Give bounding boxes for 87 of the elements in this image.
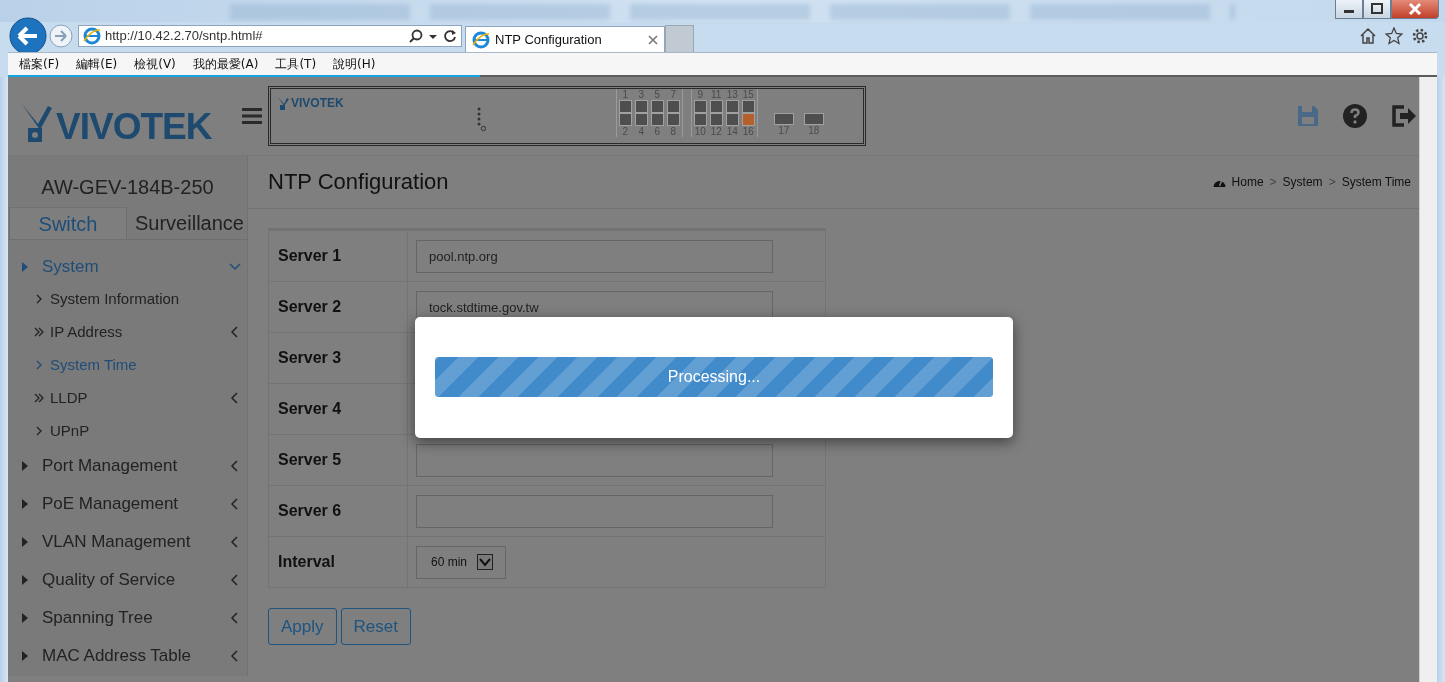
model-name: AW-GEV-184B-250: [40, 175, 215, 200]
form-button[interactable]: Apply: [268, 608, 337, 645]
text-field[interactable]: pool.ntp.org: [416, 239, 773, 273]
form-button[interactable]: Reset: [340, 608, 411, 645]
interval-dropdown[interactable]: 60 min: [416, 545, 507, 579]
logout-icon[interactable]: [1391, 105, 1417, 127]
maximize-button[interactable]: [1363, 0, 1391, 19]
sidebar-item[interactable]: MAC Address Table: [8, 637, 247, 675]
chevron-icon: [229, 391, 241, 404]
field-label: Server 1: [269, 231, 408, 282]
breadcrumb-link[interactable]: System: [1282, 175, 1323, 189]
menu-item[interactable]: 說明(H): [333, 55, 376, 73]
triangle-icon: [22, 537, 28, 547]
text-field[interactable]: [416, 494, 773, 528]
browser-logo-icon: [83, 26, 101, 45]
triangle-icon: [22, 262, 28, 272]
url-text: http://10.42.2.70/sntp.html#: [105, 28, 264, 43]
help-icon[interactable]: [1343, 104, 1367, 128]
page-title: NTP Configuration: [268, 169, 449, 195]
logo-text: VIVOTEK: [56, 108, 212, 146]
bird-logo-icon: [277, 96, 289, 110]
menu-item[interactable]: 我的最愛(A): [192, 55, 259, 73]
double-chevron-icon: [34, 326, 44, 337]
menu-item[interactable]: 檢視(V): [134, 55, 176, 73]
close-icon[interactable]: [648, 34, 658, 45]
breadcrumb-separator: >: [1328, 175, 1336, 189]
sidebar-subitem[interactable]: System Information: [8, 282, 247, 315]
field-label: Server 3: [269, 333, 408, 384]
triangle-icon: [22, 575, 28, 585]
field-label: Server 4: [269, 384, 408, 435]
panel-logo-text: VIVOTEK: [291, 96, 344, 110]
chevron-icon: [229, 650, 241, 662]
led-icon: [475, 106, 486, 132]
menu-icon[interactable]: [242, 107, 262, 125]
sidebar-subitem[interactable]: UPnP: [8, 414, 247, 447]
back-button[interactable]: [9, 16, 47, 55]
caret-icon: [477, 554, 494, 570]
sidebar-tab[interactable]: Surveillance: [127, 207, 244, 239]
home-icon[interactable]: [1359, 26, 1377, 45]
field-label: Server 2: [269, 282, 408, 333]
settings-icon[interactable]: [1411, 26, 1429, 45]
menu-item[interactable]: 工具(T): [275, 55, 317, 73]
star-icon[interactable]: [1385, 26, 1403, 45]
search-icon[interactable]: [409, 28, 423, 43]
sidebar-item[interactable]: Quality of Service: [8, 561, 247, 599]
refresh-icon[interactable]: [443, 28, 457, 43]
chevron-icon: [229, 261, 241, 273]
sidebar-tab[interactable]: Switch: [9, 207, 127, 239]
sidebar-item[interactable]: System: [8, 252, 247, 282]
close-button[interactable]: [1391, 0, 1439, 19]
text-field[interactable]: [416, 443, 773, 477]
triangle-icon: [22, 651, 28, 661]
browser-tab[interactable]: NTP Configuration: [465, 26, 665, 52]
triangle-icon: [22, 499, 28, 509]
sidebar-subitem[interactable]: LLDP: [8, 381, 247, 414]
sidebar-item[interactable]: Spanning Tree: [8, 599, 247, 637]
sidebar-item[interactable]: Port Management: [8, 447, 247, 485]
field-label: Interval: [269, 537, 408, 587]
breadcrumb-link[interactable]: System Time: [1341, 175, 1411, 189]
browser-logo-icon: [472, 30, 490, 49]
double-chevron-icon: [34, 392, 44, 403]
chevron-icon: [229, 325, 241, 338]
triangle-icon: [22, 461, 28, 471]
chevron-icon: [34, 359, 44, 370]
sidebar-subitem[interactable]: IP Address: [8, 315, 247, 348]
breadcrumb-link[interactable]: Home: [1231, 175, 1264, 189]
chevron-icon: [229, 498, 241, 510]
progress-label: Processing...: [666, 367, 762, 387]
tab-title: NTP Configuration: [495, 32, 603, 47]
minimize-button[interactable]: [1335, 0, 1363, 19]
chevron-icon: [229, 536, 241, 548]
chevron-icon: [34, 293, 44, 304]
menu-item[interactable]: 編輯(E): [76, 55, 118, 73]
chevron-icon: [229, 574, 241, 586]
field-label: Server 5: [269, 435, 408, 486]
sidebar-item[interactable]: VLAN Management: [8, 523, 247, 561]
sidebar-item[interactable]: PoE Management: [8, 485, 247, 523]
chevron-icon: [229, 460, 241, 472]
chevron-icon: [229, 612, 241, 624]
breadcrumb-separator: >: [1269, 175, 1277, 189]
menu-item[interactable]: 檔案(F): [19, 55, 60, 73]
address-bar[interactable]: http://10.42.2.70/sntp.html#: [78, 24, 462, 47]
field-label: Server 6: [269, 486, 408, 537]
triangle-icon: [22, 613, 28, 623]
chevron-icon: [34, 425, 44, 436]
sidebar-subitem[interactable]: System Time: [8, 348, 247, 381]
scrollbar[interactable]: [1419, 77, 1437, 682]
